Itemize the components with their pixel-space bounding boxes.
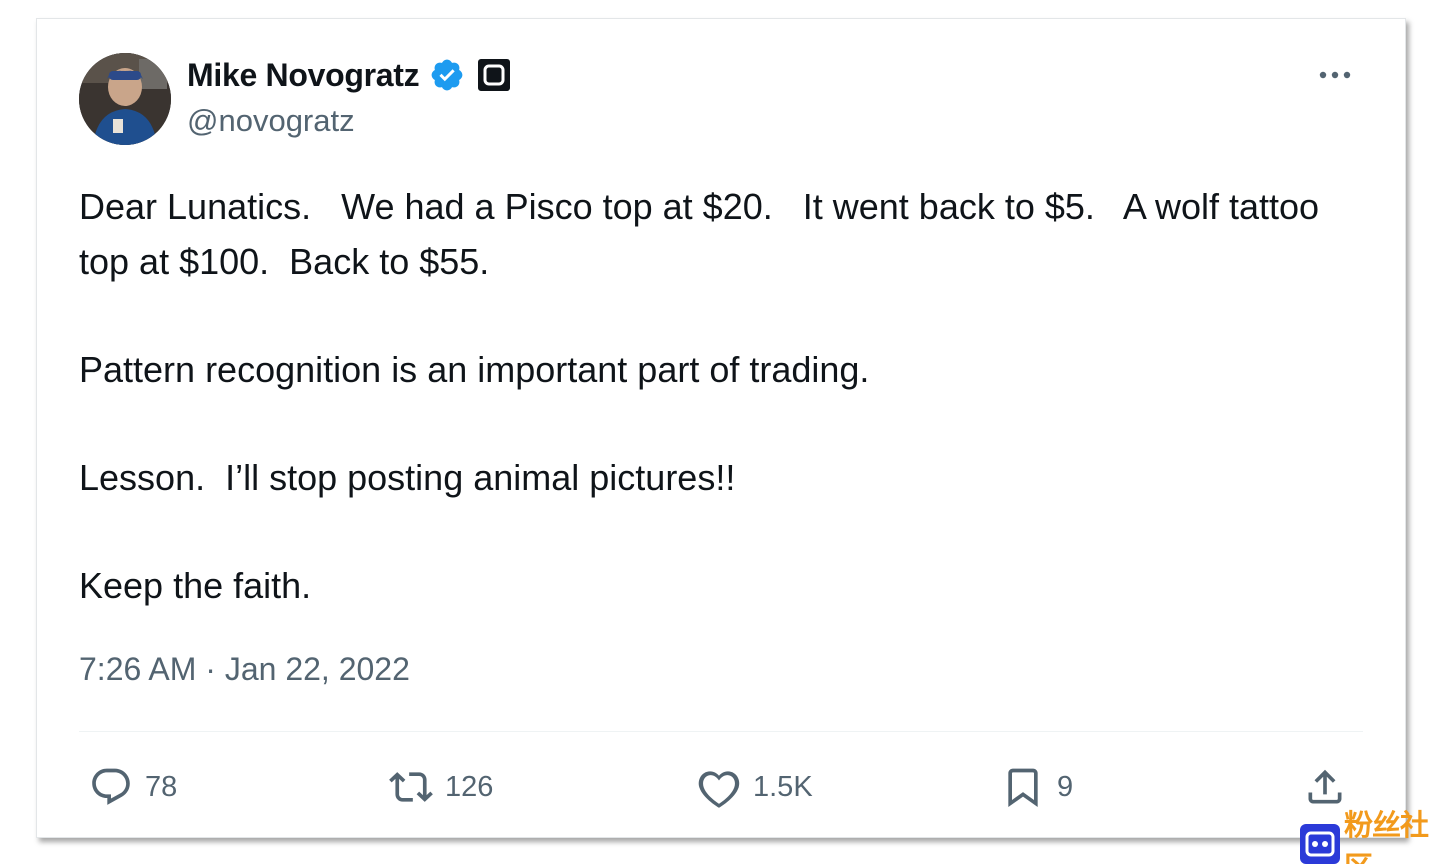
- tweet-paragraph: Keep the faith.: [79, 565, 312, 606]
- avatar-photo: [79, 53, 171, 145]
- action-bar: 78 126 1.5K 9: [37, 761, 1405, 821]
- bookmark-button[interactable]: 9: [1001, 761, 1073, 813]
- author-row: Mike Novogratz: [187, 55, 511, 95]
- tweet-paragraph: Lesson. I’ll stop posting animal picture…: [79, 457, 736, 498]
- watermark-logo-icon: [1300, 824, 1340, 864]
- repost-count: 126: [445, 770, 494, 803]
- author-name[interactable]: Mike Novogratz: [187, 57, 420, 94]
- watermark-text: 粉丝社区: [1344, 808, 1429, 864]
- tweet-paragraph: Dear Lunatics. We had a Pisco top at $20…: [79, 186, 1320, 282]
- author-handle[interactable]: @novogratz: [187, 103, 355, 139]
- more-options-icon[interactable]: [1315, 61, 1355, 89]
- like-button[interactable]: 1.5K: [697, 761, 813, 813]
- heart-icon: [698, 771, 740, 808]
- bookmark-icon: [1008, 768, 1038, 808]
- share-button[interactable]: [1303, 761, 1347, 813]
- reply-count: 78: [145, 770, 178, 803]
- repost-button[interactable]: 126: [389, 761, 493, 813]
- repost-icon: [389, 772, 433, 802]
- affiliation-badge-icon[interactable]: [477, 58, 511, 92]
- tweet-text: Dear Lunatics. We had a Pisco top at $20…: [79, 179, 1359, 613]
- verified-badge-icon: [429, 57, 465, 93]
- reply-icon: [92, 768, 130, 805]
- tweet-paragraph: Pattern recognition is an important part…: [79, 349, 870, 390]
- reply-button[interactable]: 78: [89, 761, 177, 813]
- share-icon: [1308, 769, 1342, 804]
- tweet-card: Mike Novogratz @novogratz Dear Lunatics.…: [36, 18, 1406, 838]
- tweet-timestamp[interactable]: 7:26 AM · Jan 22, 2022: [79, 651, 410, 688]
- bookmark-count: 9: [1057, 770, 1074, 803]
- watermark: 粉丝社区: [1300, 808, 1430, 864]
- divider: [79, 731, 1363, 732]
- like-count: 1.5K: [753, 770, 813, 803]
- avatar[interactable]: [79, 53, 171, 145]
